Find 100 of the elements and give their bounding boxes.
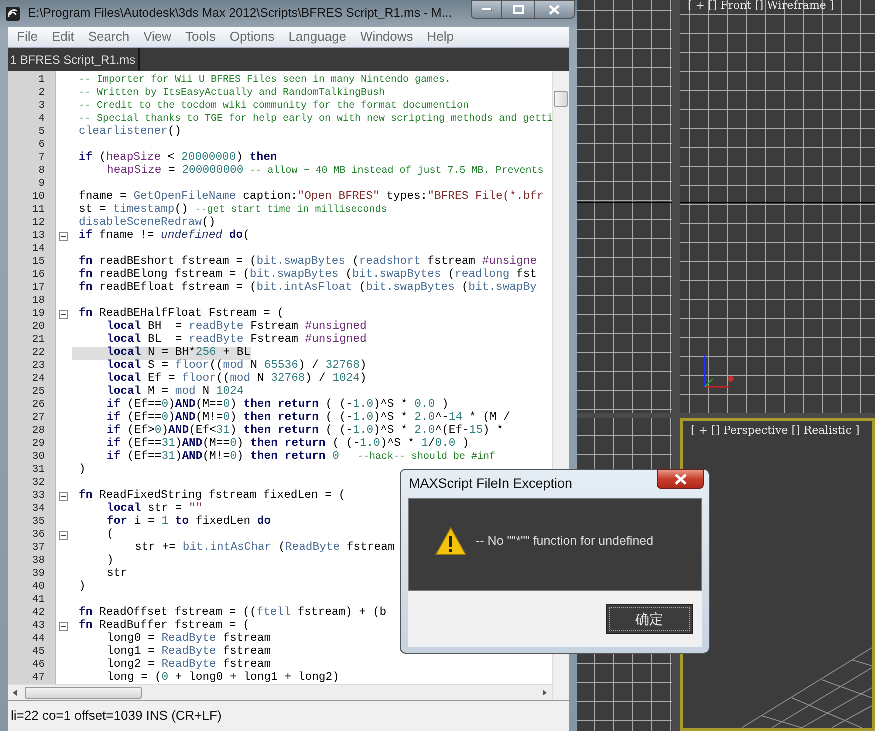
line-number: 9 (38, 178, 46, 191)
line-number: 8 (38, 165, 46, 178)
line-number: 18 (31, 295, 46, 308)
code-line: local M = mod N 1024 (106, 386, 244, 398)
line-number: 22 (31, 347, 46, 360)
close-button[interactable] (535, 0, 575, 19)
line-number: 30 (31, 451, 46, 464)
line-number: 37 (31, 542, 46, 555)
code-line: fn ReadBuffer fstream = ( (78, 620, 250, 632)
axis-gizmo-icon (703, 352, 735, 389)
code-line: local str = "" (106, 503, 203, 516)
collapse-icon[interactable] (59, 232, 68, 241)
line-number: 27 (31, 412, 46, 425)
collapse-icon[interactable] (59, 622, 68, 631)
maximize-icon (512, 5, 524, 14)
code-line: -- Credit to the tocdom wiki community for the format documention (78, 100, 470, 113)
line-number: 28 (31, 425, 46, 438)
minimize-icon (482, 8, 492, 12)
close-icon (674, 474, 686, 484)
file-tab[interactable]: 1 BFRES Script_R1.ms (8, 48, 140, 71)
menu-item[interactable]: Search (88, 27, 130, 47)
code-line: local BL = readByte Fstream #unsigned (106, 334, 367, 346)
menu-item[interactable]: Options (230, 27, 275, 47)
menu-item[interactable]: Edit (52, 27, 74, 47)
line-number: 41 (31, 594, 46, 607)
line-number: 47 (31, 672, 46, 684)
code-line: fn readBElong fstream = (bit.swapBytes (bit.swapBytes (readlong fst (78, 269, 538, 282)
code-line: ) (106, 555, 114, 568)
code-line: fn ReadOffset fstream = ((ftell fstream) + (b (78, 607, 387, 620)
line-number: 43 (31, 620, 46, 633)
code-line: clearlistener() (78, 126, 182, 139)
line-number: 2 (38, 87, 46, 100)
code-line: fname = GetOpenFileName caption:"Open BFRES" types:"BFRES File(*.bfr (78, 191, 544, 204)
code-line: long = (0 + long0 + long1 + long2) (106, 672, 340, 684)
line-number: 12 (31, 217, 46, 230)
dialog-title: MAXScript FileIn Exception (408, 474, 573, 493)
line-number: 39 (31, 568, 46, 581)
viewport-grid[interactable] (577, 0, 672, 413)
minimize-button[interactable] (471, 0, 502, 19)
viewport-label[interactable]: [ + [] Perspective [] Realistic ] (691, 423, 860, 440)
line-number: 16 (31, 269, 46, 282)
line-number: 15 (31, 256, 46, 269)
code-line: ( (106, 529, 114, 542)
menu-item[interactable]: Help (427, 27, 454, 47)
line-number: 34 (31, 503, 46, 516)
code-line: st = timestamp() --get start time in milliseconds (78, 204, 388, 216)
collapse-icon[interactable] (59, 531, 68, 540)
code-line: fn ReadBEHalfFloat Fstream = ( (78, 308, 284, 320)
code-line: fn ReadFixedString fstream fixedLen = ( (78, 490, 346, 502)
line-number: 11 (31, 204, 46, 217)
menu-item[interactable]: View (144, 27, 172, 47)
code-line: if (Ef==0)AND(M==0) then return ( (-1.0)^S * 0.0 ) (106, 399, 449, 412)
code-line: if (Ef>0)AND(Ef<31) then return ( (-1.0)^S * 2.0^(Ef-15) * (106, 425, 504, 438)
line-number: 24 (31, 373, 46, 386)
code-line: ) (78, 581, 86, 594)
code-line: str += bit.intAsChar (ReadByte fstream (134, 542, 395, 555)
code-line: long1 = ReadByte fstream (106, 646, 272, 658)
line-number: 1 (38, 74, 46, 87)
line-number: 40 (31, 581, 46, 594)
line-number: 19 (31, 308, 46, 321)
line-number: 46 (31, 659, 46, 672)
code-line: heapSize = 200000000 -- allow ~ 40 MB instead of just 7.5 MB. Prevents (106, 165, 544, 178)
code-line: local S = floor((mod N 65536) / 32768) (106, 360, 367, 372)
ok-button[interactable]: 确定 (606, 604, 693, 634)
line-number: 31 (31, 464, 46, 477)
menu-item[interactable]: Tools (186, 27, 216, 47)
scrollbar-thumb[interactable] (554, 91, 568, 107)
close-icon (549, 4, 560, 14)
line-number: 25 (31, 386, 46, 399)
app-logo-icon (5, 6, 21, 22)
code-line: -- Written by ItsEasyActually and RandomTalkingBush (78, 87, 386, 100)
code-line: if (Ef==31)AND(M==0) then return ( (-1.0)^S * 1/0.0 ) (106, 438, 470, 450)
code-line: if fname != undefined do( (78, 230, 250, 243)
code-line: long2 = ReadByte fstream (106, 659, 272, 672)
error-message: -- No ""*"" function for undefined (476, 533, 654, 550)
line-number: 33 (31, 490, 46, 503)
line-number: 36 (31, 529, 46, 542)
menu-item[interactable]: Windows (360, 27, 414, 47)
line-number: 44 (31, 633, 46, 646)
code-line: if (Ef==31)AND(M!=0) then return 0 --hack-- should be #inf (106, 451, 496, 464)
line-number: 4 (38, 113, 46, 126)
close-button[interactable] (657, 469, 704, 489)
code-line: -- Importer for Wii U BFRES Files seen in many Nintendo games. (78, 74, 452, 87)
collapse-icon[interactable] (59, 310, 68, 319)
menu-item[interactable]: Language (288, 27, 347, 47)
scrollbar-thumb[interactable] (25, 686, 142, 698)
horizontal-scrollbar[interactable] (8, 684, 552, 700)
line-number: 10 (31, 191, 46, 204)
code-line: str (106, 568, 128, 581)
code-line: if (heapSize < 20000000) then (78, 152, 278, 164)
menu-item[interactable]: File (17, 27, 38, 47)
line-number: 32 (31, 477, 46, 490)
collapse-icon[interactable] (59, 492, 68, 501)
line-number: 13 (31, 230, 46, 243)
line-number: 7 (38, 152, 46, 165)
code-line: for i = 1 to fixedLen do (106, 516, 272, 528)
line-number: 17 (31, 282, 46, 295)
viewport[interactable]: [ + [] Perspective [] Realistic ] (680, 418, 875, 731)
line-number: 5 (38, 126, 46, 139)
maximize-button[interactable] (502, 0, 535, 19)
